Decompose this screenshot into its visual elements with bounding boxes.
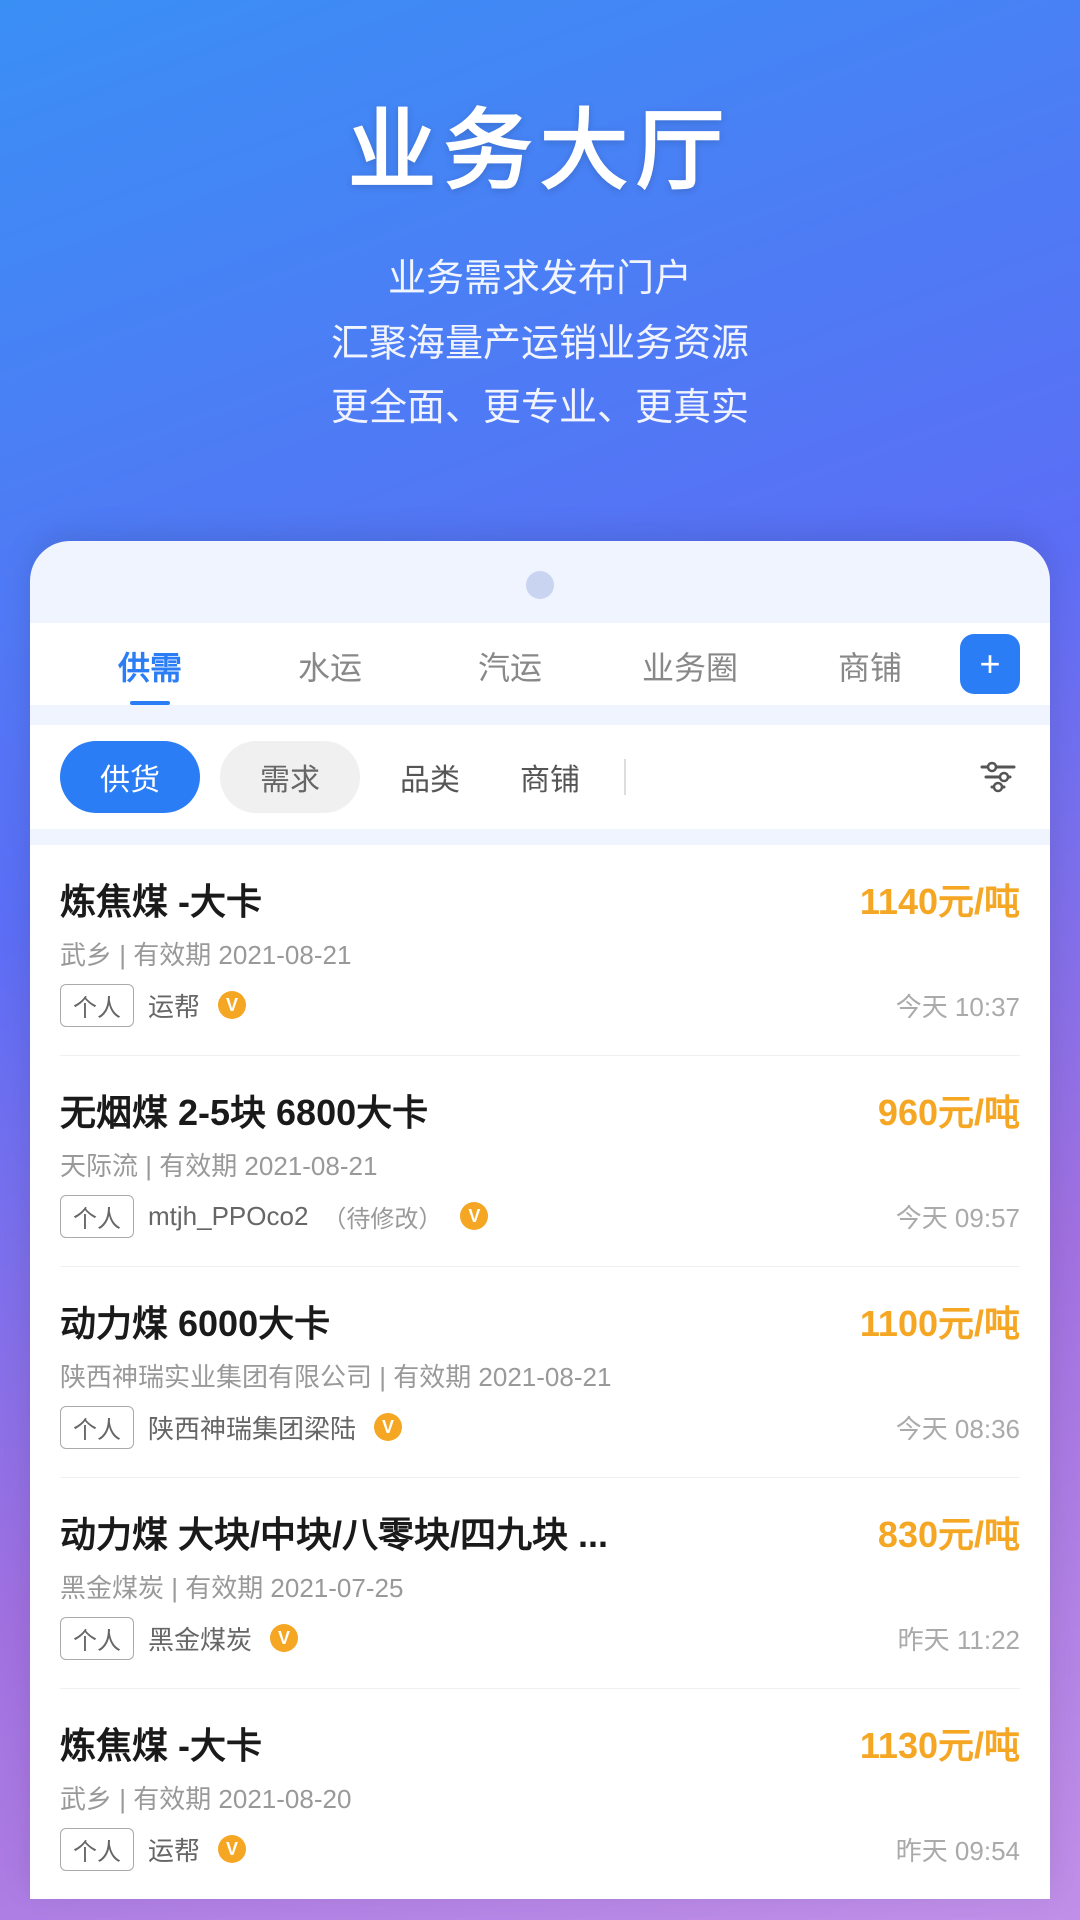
item-time: 今天 10:37 <box>896 987 1020 1024</box>
list-item[interactable]: 动力煤 大块/中块/八零块/四九块 ... 830元/吨 黑金煤炭 | 有效期 … <box>60 1478 1020 1689</box>
filter-icon[interactable] <box>976 755 1020 799</box>
item-title: 无烟煤 2-5块 6800大卡 <box>60 1084 428 1136</box>
pending-tag: （待修改） <box>322 1199 442 1234</box>
item-price: 1140元/吨 <box>860 873 1020 925</box>
tag-personal: 个人 <box>60 1617 134 1660</box>
item-meta: 天际流 | 有效期 2021-08-21 <box>60 1146 1020 1183</box>
tab-bar: 供需 水运 汽运 业务圈 商铺 + <box>30 623 1050 705</box>
sub-line-1: 业务需求发布门户 <box>40 247 1040 312</box>
item-user: 陕西神瑞集团梁陆 <box>148 1409 356 1446</box>
tab-supply-demand[interactable]: 供需 <box>60 623 240 705</box>
item-user: 黑金煤炭 <box>148 1620 252 1657</box>
list-item[interactable]: 炼焦煤 -大卡 1130元/吨 武乡 | 有效期 2021-08-20 个人 运… <box>60 1689 1020 1899</box>
item-time: 今天 09:57 <box>896 1198 1020 1235</box>
item-price: 960元/吨 <box>878 1084 1020 1136</box>
list-item[interactable]: 无烟煤 2-5块 6800大卡 960元/吨 天际流 | 有效期 2021-08… <box>60 1056 1020 1267</box>
sub-line-2: 汇聚海量产运销业务资源 <box>40 312 1040 377</box>
card-wrapper: 供需 水运 汽运 业务圈 商铺 + 供货 需求 品类 商铺 炼焦煤 -大卡 <box>30 541 1050 1899</box>
tab-business-circle[interactable]: 业务圈 <box>600 623 780 705</box>
filter-demand-btn[interactable]: 需求 <box>220 741 360 813</box>
main-title: 业务大厅 <box>40 80 1040 207</box>
tab-shop[interactable]: 商铺 <box>780 623 960 705</box>
tag-personal: 个人 <box>60 1195 134 1238</box>
item-user: 运帮 <box>148 987 200 1024</box>
item-meta: 陕西神瑞实业集团有限公司 | 有效期 2021-08-21 <box>60 1357 1020 1394</box>
item-price: 830元/吨 <box>878 1506 1020 1558</box>
item-title: 动力煤 6000大卡 <box>60 1295 330 1347</box>
item-title: 炼焦煤 -大卡 <box>60 1717 262 1769</box>
item-meta: 武乡 | 有效期 2021-08-20 <box>60 1779 1020 1816</box>
verified-icon: V <box>218 1835 246 1863</box>
filter-shop-label[interactable]: 商铺 <box>500 741 600 813</box>
verified-icon: V <box>218 991 246 1019</box>
filter-bar: 供货 需求 品类 商铺 <box>30 725 1050 829</box>
tab-road-transport[interactable]: 汽运 <box>420 623 600 705</box>
sub-title: 业务需求发布门户 汇聚海量产运销业务资源 更全面、更专业、更真实 <box>40 247 1040 441</box>
item-price: 1130元/吨 <box>860 1717 1020 1769</box>
list-container: 炼焦煤 -大卡 1140元/吨 武乡 | 有效期 2021-08-21 个人 运… <box>30 845 1050 1899</box>
item-user: 运帮 <box>148 1831 200 1868</box>
item-price: 1100元/吨 <box>860 1295 1020 1347</box>
tag-personal: 个人 <box>60 1406 134 1449</box>
item-time: 今天 08:36 <box>896 1409 1020 1446</box>
item-title: 动力煤 大块/中块/八零块/四九块 ... <box>60 1506 608 1558</box>
verified-icon: V <box>460 1202 488 1230</box>
item-meta: 黑金煤炭 | 有效期 2021-07-25 <box>60 1568 1020 1605</box>
item-title: 炼焦煤 -大卡 <box>60 873 262 925</box>
list-item[interactable]: 炼焦煤 -大卡 1140元/吨 武乡 | 有效期 2021-08-21 个人 运… <box>60 845 1020 1056</box>
tag-personal: 个人 <box>60 984 134 1027</box>
tag-personal: 个人 <box>60 1828 134 1871</box>
sub-line-3: 更全面、更专业、更真实 <box>40 376 1040 441</box>
add-button[interactable]: + <box>960 634 1020 694</box>
item-time: 昨天 11:22 <box>898 1620 1020 1657</box>
filter-divider <box>624 759 626 795</box>
filter-supply-btn[interactable]: 供货 <box>60 741 200 813</box>
item-user: mtjh_PPOco2 <box>148 1201 308 1232</box>
item-meta: 武乡 | 有效期 2021-08-21 <box>60 935 1020 972</box>
camera-dot <box>526 571 554 599</box>
tab-water-transport[interactable]: 水运 <box>240 623 420 705</box>
filter-category-label[interactable]: 品类 <box>380 741 480 813</box>
header-section: 业务大厅 业务需求发布门户 汇聚海量产运销业务资源 更全面、更专业、更真实 <box>0 0 1080 501</box>
item-time: 昨天 09:54 <box>896 1831 1020 1868</box>
verified-icon: V <box>374 1413 402 1441</box>
verified-icon: V <box>270 1624 298 1652</box>
list-item[interactable]: 动力煤 6000大卡 1100元/吨 陕西神瑞实业集团有限公司 | 有效期 20… <box>60 1267 1020 1478</box>
